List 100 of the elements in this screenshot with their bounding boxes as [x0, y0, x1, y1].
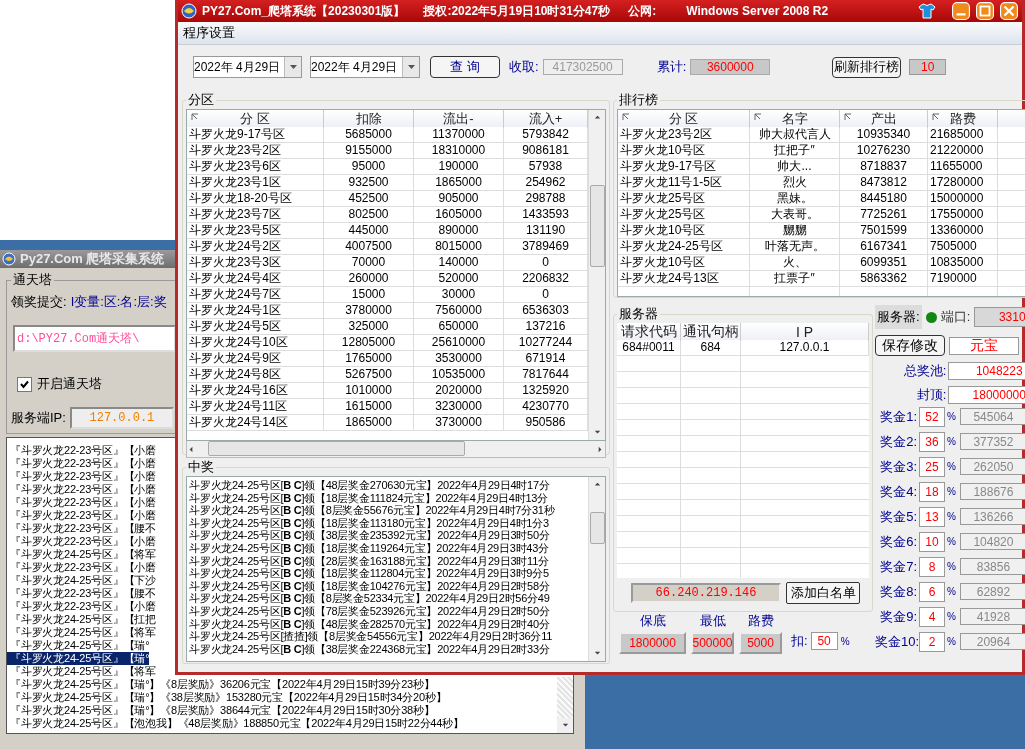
date-picker[interactable]: 2022年 4月29日	[193, 56, 302, 78]
percent-field[interactable]: 52	[919, 406, 945, 427]
table-cell: 斗罗火龙25号区	[618, 191, 750, 207]
log-entry[interactable]: 『斗罗火龙24-25号区』【瑞°	[7, 639, 150, 652]
column-header[interactable]: I P	[741, 323, 869, 341]
table-cell: 火、	[750, 255, 840, 271]
log-entry[interactable]: 『斗罗火龙22-23号区』【小磨	[7, 535, 156, 548]
cap-field[interactable]: 18000000	[948, 386, 1025, 404]
field-label: 端口:	[940, 308, 971, 326]
table-cell: 斗罗火龙9-17号区	[187, 127, 324, 143]
shirt-icon	[918, 3, 936, 19]
log-entry[interactable]: 『斗罗火龙24-25号区』【扛把	[7, 613, 156, 626]
table-cell: 9155000	[324, 143, 414, 159]
percent-field[interactable]: 2	[919, 631, 945, 652]
log-entry[interactable]: 『斗罗火龙24-25号区』【瑞°】《8层奖励》38644元宝【2022年4月29日15时30分38秒】	[7, 704, 435, 717]
table-cell: 3730000	[414, 415, 504, 431]
window-title: PY27.Com_爬塔系统【20230301版】	[202, 2, 406, 20]
scrollbar-thumb[interactable]	[208, 441, 465, 456]
log-entry[interactable]: 『斗罗火龙24-25号区』【瑞°】《38层奖励》153280元宝【2022年4月29日15时34分20秒】	[7, 691, 447, 704]
log-entry[interactable]: 『斗罗火龙22-23号区』【小磨	[7, 457, 156, 470]
table-cell: 3530000	[414, 351, 504, 367]
log-entry: 斗罗火龙24-25号区[揸揸]领【8层奖金54556元宝】2022年4月29日2时36分11	[188, 630, 553, 643]
column-header[interactable]: 扣除	[324, 110, 414, 128]
fee-label: 路费	[747, 612, 774, 630]
vertical-scrollbar[interactable]	[588, 110, 605, 440]
column-header[interactable]: 分 区	[187, 110, 324, 128]
enable-checkbox[interactable]: 开启通天塔	[17, 375, 102, 393]
scrollbar-thumb[interactable]	[590, 512, 605, 544]
column-header[interactable]: 通讯句柄	[681, 323, 741, 341]
deduct-field[interactable]: 50	[810, 632, 838, 650]
log-entry[interactable]: 『斗罗火龙22-23号区』【小磨	[7, 509, 156, 522]
percent-field[interactable]: 13	[919, 506, 945, 527]
table-cell: 黑妹。	[750, 191, 840, 207]
log-entry[interactable]: 『斗罗火龙24-25号区』【下沙	[7, 574, 156, 587]
table-cell: 12805000	[324, 335, 414, 351]
column-header[interactable]: 流出-	[414, 110, 504, 128]
column-header[interactable]: 产出	[840, 110, 928, 128]
prize-label: 奖金5:	[879, 507, 917, 526]
add-whitelist-button[interactable]: 添加白名单	[786, 582, 860, 604]
format-text: I变量:区:名:层:奖	[70, 293, 167, 311]
log-entry[interactable]: 『斗罗火龙24-25号区』【瑞°】《8层奖励》36206元宝【2022年4月29日15时39分23秒】	[7, 678, 435, 691]
minimize-button[interactable]	[952, 2, 970, 20]
column-header[interactable]: 请求代码	[617, 323, 681, 341]
table-cell: 斗罗火龙23号3区	[187, 255, 324, 271]
percent-field[interactable]: 25	[919, 456, 945, 477]
log-entry[interactable]: 『斗罗火龙22-23号区』【腰不	[7, 587, 156, 600]
table-cell: 140000	[414, 255, 504, 271]
column-header[interactable]: 分 区	[618, 110, 750, 128]
log-entry[interactable]: 『斗罗火龙24-25号区』【泡泡我】《48层奖励》188850元宝【2022年4月29日15时22分44秒】	[7, 717, 464, 730]
table-cell: 520000	[414, 271, 504, 287]
percent-field[interactable]: 36	[919, 431, 945, 452]
table-cell: 斗罗火龙25号区	[618, 207, 750, 223]
log-entry[interactable]: 『斗罗火龙22-23号区』【小磨	[7, 561, 156, 574]
column-header[interactable]: 名字	[750, 110, 840, 128]
checkbox[interactable]	[17, 376, 32, 392]
table-cell: 斗罗火龙10号区	[618, 223, 750, 239]
log-entry[interactable]: 『斗罗火龙24-25号区』【将军	[7, 665, 156, 678]
pool-field[interactable]: 1048223	[948, 362, 1025, 380]
table-cell: 17280000	[928, 175, 998, 191]
log-entry[interactable]: 『斗罗火龙22-23号区』【腰不	[7, 522, 156, 535]
table-cell: 18310000	[414, 143, 504, 159]
percent-sign: %	[947, 486, 956, 497]
os-text: Windows Server 2008 R2	[686, 4, 829, 18]
log-entry: 斗罗火龙24-25号区[B C]领【38层奖金235392元宝】2022年4月29日3时50分	[188, 529, 550, 542]
table-cell: 斗罗火龙24号8区	[187, 367, 324, 383]
vertical-scrollbar[interactable]	[588, 477, 605, 661]
currency-field[interactable]: 元宝	[949, 336, 1019, 355]
query-button[interactable]: 查 询	[430, 56, 500, 78]
log-entry[interactable]: 『斗罗火龙24-25号区』【将军	[7, 548, 156, 561]
percent-field[interactable]: 8	[919, 556, 945, 577]
horizontal-scrollbar[interactable]	[186, 441, 606, 458]
close-button[interactable]	[1000, 2, 1018, 20]
maximize-button[interactable]	[976, 2, 994, 20]
scrollbar-thumb[interactable]	[590, 185, 605, 267]
field-label: 领奖提交:	[11, 293, 67, 311]
log-entry[interactable]: 『斗罗火龙22-23号区』【小磨	[7, 483, 156, 496]
menu-item[interactable]: 程序设置	[183, 24, 235, 42]
percent-sign: %	[947, 436, 956, 447]
log-entry[interactable]: 『斗罗火龙22-23号区』【小磨	[7, 444, 156, 457]
percent-field[interactable]: 4	[919, 606, 945, 627]
date-picker[interactable]: 2022年 4月29日	[310, 56, 420, 78]
log-entry[interactable]: 『斗罗火龙22-23号区』【小磨	[7, 496, 156, 509]
group-title: 排行榜	[618, 91, 659, 109]
table-cell: 斗罗火龙24号7区	[187, 287, 324, 303]
table-cell: 7190000	[928, 271, 998, 287]
column-header[interactable]: 路费	[928, 110, 998, 128]
log-entry[interactable]: 『斗罗火龙22-23号区』【小磨	[7, 600, 156, 613]
table-cell: 3780000	[324, 303, 414, 319]
log-entry[interactable]: 『斗罗火龙24-25号区』【瑞°	[7, 652, 150, 665]
fee-label: 最低	[699, 612, 726, 630]
vertical-scrollbar[interactable]	[557, 677, 573, 733]
log-entry: 斗罗火龙24-25号区[B C]领【18层奖金104276元宝】2022年4月29日2时58分	[188, 579, 550, 592]
log-entry: 斗罗火龙24-25号区[B C]领【38层奖金224368元宝】2022年4月29日2时33分	[188, 642, 550, 656]
log-entry[interactable]: 『斗罗火龙24-25号区』【将军	[7, 626, 156, 639]
log-entry[interactable]: 『斗罗火龙22-23号区』【小磨	[7, 470, 156, 483]
percent-field[interactable]: 18	[919, 481, 945, 502]
refresh-ranking-button[interactable]: 刷新排行榜	[832, 56, 902, 78]
percent-field[interactable]: 6	[919, 581, 945, 602]
save-button[interactable]: 保存修改	[875, 335, 945, 356]
percent-field[interactable]: 10	[919, 531, 945, 552]
